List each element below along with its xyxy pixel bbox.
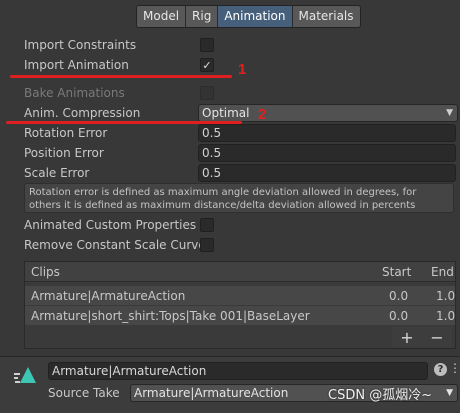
bake-animations-checkbox xyxy=(200,86,214,100)
scale-error-label: Scale Error xyxy=(24,166,90,180)
clip-start: 0.0 xyxy=(389,309,409,323)
clips-header-end: End xyxy=(431,265,454,279)
watermark: CSDN @孤烟冷~ xyxy=(328,388,433,403)
clip-start: 0.0 xyxy=(389,289,409,303)
tab-model[interactable]: Model xyxy=(137,6,187,27)
annotation-underline-1 xyxy=(10,75,232,78)
help-box: Rotation error is defined as maximum ang… xyxy=(24,183,454,213)
annotation-number-1: 1 xyxy=(238,61,247,78)
position-error-field[interactable]: 0.5 xyxy=(198,144,456,162)
clips-header-name: Clips xyxy=(31,265,60,279)
animated-custom-properties-checkbox[interactable] xyxy=(200,218,214,232)
tab-animation[interactable]: Animation xyxy=(218,6,293,27)
anim-compression-label: Anim. Compression xyxy=(24,106,141,120)
animation-clip-icon xyxy=(14,367,36,383)
anim-compression-dropdown[interactable]: Optimal ▼ xyxy=(198,104,458,122)
animated-custom-properties-row: Animated Custom Properties xyxy=(24,216,454,234)
import-constraints-label: Import Constraints xyxy=(24,38,137,52)
remove-clip-button[interactable]: − xyxy=(430,328,443,347)
source-take-value: Armature|ArmatureAction xyxy=(134,386,289,400)
animated-custom-properties-label: Animated Custom Properties xyxy=(24,218,197,232)
import-constraints-row: Import Constraints xyxy=(24,36,454,54)
import-animation-label: Import Animation xyxy=(24,58,129,72)
clip-end: 1.0 xyxy=(436,309,456,323)
scale-error-field[interactable]: 0.5 xyxy=(198,164,456,182)
annotation-number-2: 2 xyxy=(258,106,267,123)
remove-constant-scale-curves-checkbox[interactable] xyxy=(200,238,214,252)
import-constraints-checkbox[interactable] xyxy=(200,38,214,52)
clips-header: Clips Start End xyxy=(25,262,455,282)
anim-compression-value: Optimal xyxy=(202,106,250,120)
clip-name: Armature|ArmatureAction xyxy=(31,289,186,303)
dropdown-arrow-icon: ▼ xyxy=(446,388,453,398)
clip-end: 1.0 xyxy=(436,289,456,303)
menu-dots-icon[interactable]: ⋮ xyxy=(449,361,460,375)
bake-animations-label: Bake Animations xyxy=(24,86,125,100)
checkmark-icon: ✓ xyxy=(202,58,212,72)
dropdown-arrow-icon: ▼ xyxy=(446,108,453,118)
clip-row[interactable]: Armature|short_shirt:Tops|Take 001|BaseL… xyxy=(25,306,455,326)
remove-constant-scale-curves-row: Remove Constant Scale Curve xyxy=(24,236,454,254)
remove-constant-scale-curves-label: Remove Constant Scale Curve xyxy=(24,238,206,252)
bake-animations-row: Bake Animations xyxy=(24,84,454,102)
clips-add-remove: + − xyxy=(392,327,452,347)
tab-rig[interactable]: Rig xyxy=(186,6,219,27)
source-take-label: Source Take xyxy=(48,386,120,400)
import-animation-checkbox[interactable]: ✓ xyxy=(200,58,214,72)
tab-materials[interactable]: Materials xyxy=(292,6,360,27)
clip-name-input[interactable]: Armature|ArmatureAction xyxy=(48,362,428,380)
clip-name: Armature|short_shirt:Tops|Take 001|BaseL… xyxy=(31,309,310,323)
tab-bar: Model Rig Animation Materials xyxy=(136,5,361,28)
rotation-error-field[interactable]: 0.5 xyxy=(198,124,456,142)
help-icon[interactable]: ? xyxy=(434,363,447,376)
rotation-error-label: Rotation Error xyxy=(24,126,108,140)
clip-row[interactable]: Armature|ArmatureAction 0.0 1.0 xyxy=(25,286,455,306)
clips-header-start: Start xyxy=(382,265,412,279)
position-error-label: Position Error xyxy=(24,146,104,160)
add-clip-button[interactable]: + xyxy=(400,328,413,347)
